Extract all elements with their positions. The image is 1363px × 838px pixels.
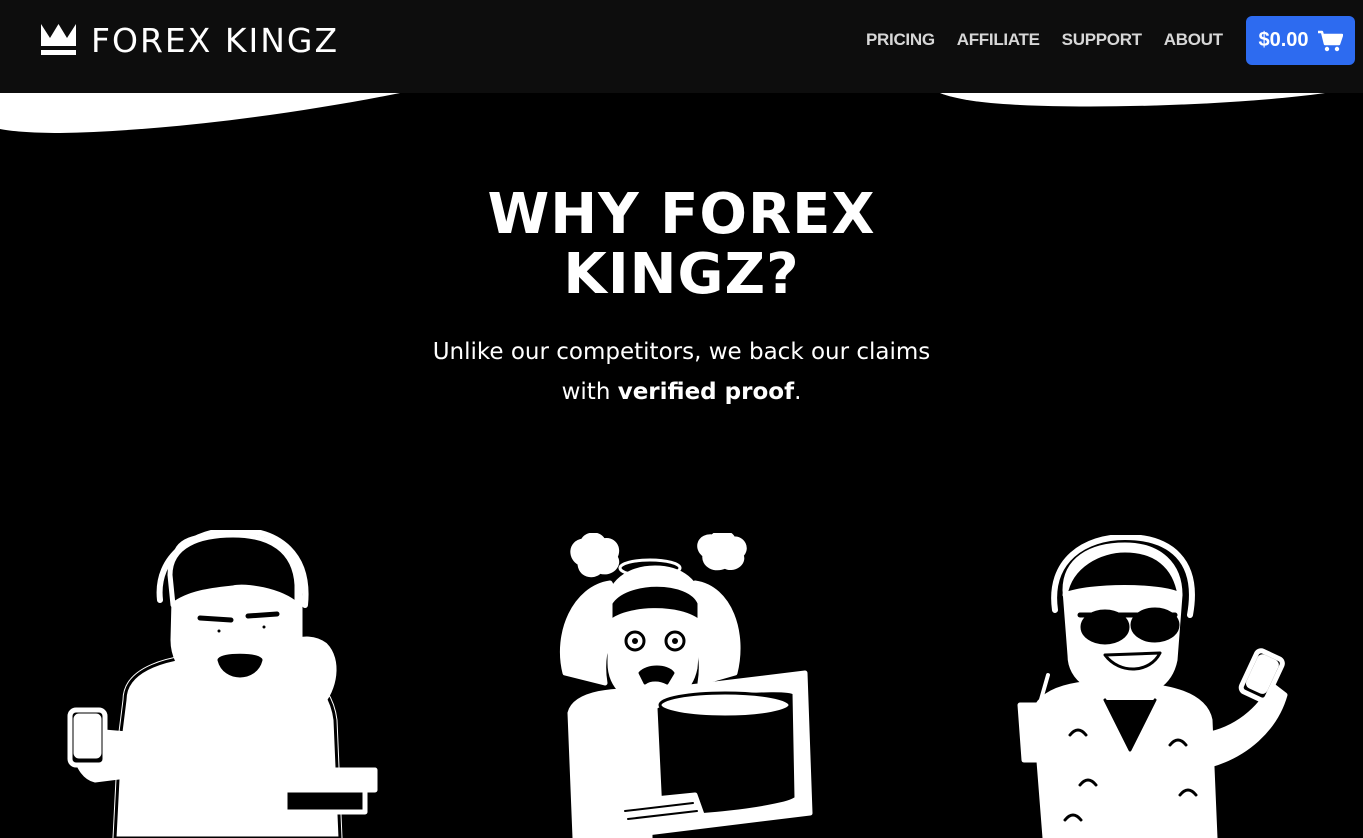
hero-subtitle-line1: Unlike our competitors, we back our clai…: [432, 339, 931, 365]
main-nav: PRICING AFFILIATE SUPPORT ABOUT: [866, 30, 1223, 50]
nav-link-about[interactable]: ABOUT: [1164, 30, 1223, 50]
top-navbar: FOREX KINGZ PRICING AFFILIATE SUPPORT AB…: [0, 0, 1363, 93]
hero-title: WHY FOREX KINGZ?: [0, 185, 1363, 305]
stressed-trader-illustration: [559, 533, 813, 838]
nav-link-pricing[interactable]: PRICING: [866, 30, 935, 50]
hero-title-line1: WHY FOREX: [487, 182, 876, 247]
crown-icon: [41, 24, 76, 55]
cart-icon: [1317, 30, 1343, 51]
brand-name: FOREX KINGZ: [91, 20, 340, 60]
hero-title-line2: KINGZ?: [563, 242, 800, 307]
cart-total: $0.00: [1258, 29, 1309, 51]
nav-link-affiliate[interactable]: AFFILIATE: [957, 30, 1040, 50]
wave-divider: [0, 93, 1325, 133]
nav-link-support[interactable]: SUPPORT: [1062, 30, 1142, 50]
brand-logo-link[interactable]: FOREX KINGZ: [40, 22, 339, 58]
hero-subtitle-suffix: .: [794, 379, 802, 405]
hero-subtitle-prefix: with: [561, 379, 618, 405]
hero-subtitle-bold: verified proof: [617, 379, 795, 405]
cart-button[interactable]: $0.00: [1246, 16, 1355, 65]
bored-trader-illustration: [67, 530, 378, 838]
hero-subtitle: Unlike our competitors, we back our clai…: [0, 332, 1363, 412]
rich-trader-illustration: [1017, 535, 1288, 838]
